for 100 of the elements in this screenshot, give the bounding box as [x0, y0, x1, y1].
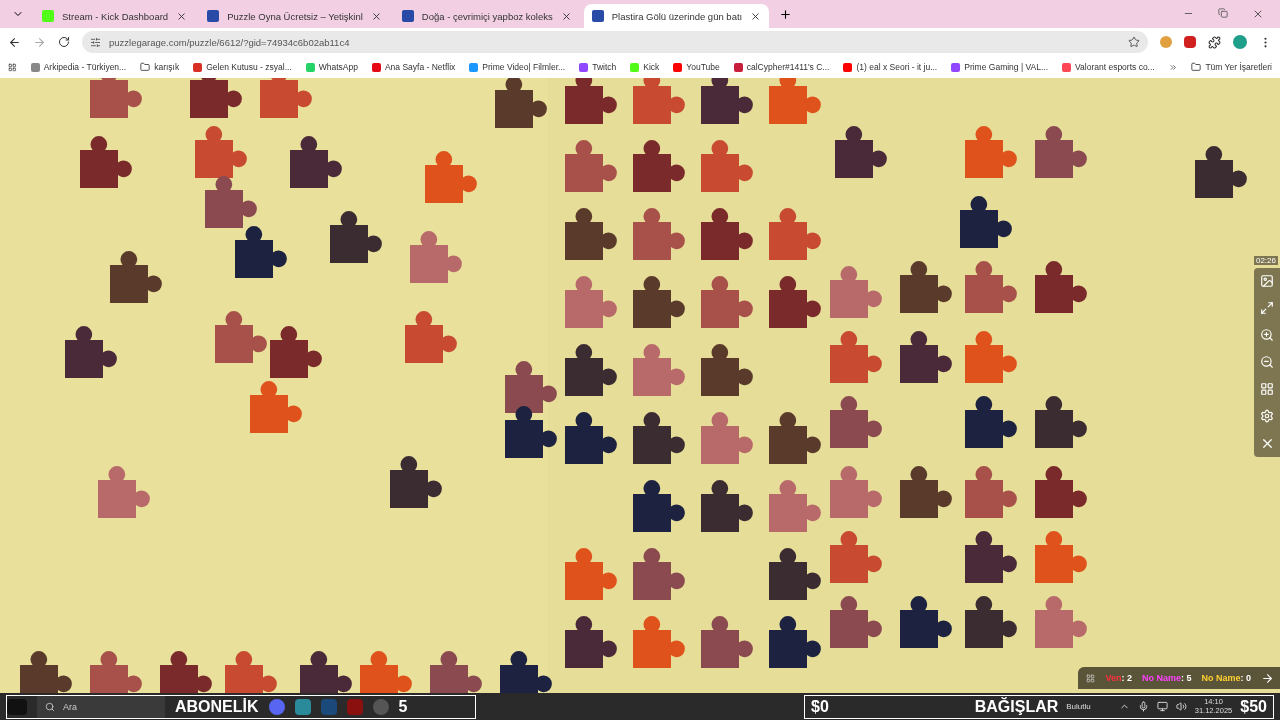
close-tab-icon[interactable]	[750, 10, 762, 22]
bookmark[interactable]: karışık	[154, 62, 180, 72]
puzzle-piece[interactable]	[769, 412, 821, 464]
zoom-in-icon[interactable]	[1260, 328, 1274, 342]
puzzle-piece[interactable]	[300, 651, 352, 693]
browser-tab[interactable]: Plastira Gölü üzerinde gün batı	[583, 4, 770, 28]
arrow-right-icon[interactable]	[1261, 671, 1274, 685]
puzzle-piece[interactable]	[835, 126, 887, 178]
puzzle-piece[interactable]	[965, 396, 1017, 448]
puzzle-piece[interactable]	[505, 406, 557, 458]
puzzle-piece[interactable]	[500, 651, 552, 693]
bookmark[interactable]: Ana Sayfa - Netflix	[384, 62, 456, 72]
close-tab-icon[interactable]	[176, 10, 188, 22]
puzzle-piece[interactable]	[110, 251, 162, 303]
bookmark[interactable]: calCypher#1411's C...	[746, 62, 830, 72]
puzzle-piece[interactable]	[633, 412, 685, 464]
puzzle-piece[interactable]	[565, 208, 617, 260]
puzzle-piece[interactable]	[565, 78, 617, 124]
new-tab-icon[interactable]	[779, 7, 793, 21]
bookmark[interactable]: Arkipedia - Türkiyen...	[43, 62, 127, 72]
reload-icon[interactable]	[58, 36, 70, 48]
puzzle-piece[interactable]	[190, 78, 242, 118]
browser-tab[interactable]: Stream - Kick Dashboard	[34, 4, 196, 28]
close-tab-icon[interactable]	[370, 10, 382, 22]
monitor-icon[interactable]	[1156, 701, 1168, 712]
player-name: No Name	[1141, 673, 1181, 683]
puzzle-piece[interactable]	[701, 344, 753, 396]
profile-avatar[interactable]	[1233, 35, 1247, 49]
puzzle-piece[interactable]	[633, 480, 685, 532]
puzzle-piece[interactable]	[65, 326, 117, 378]
puzzle-piece[interactable]	[1035, 261, 1087, 313]
puzzle-piece[interactable]	[80, 136, 132, 188]
puzzle-piece[interactable]	[235, 226, 287, 278]
puzzle-piece[interactable]	[1035, 396, 1087, 448]
puzzle-piece[interactable]	[330, 211, 382, 263]
site-settings-icon[interactable]	[90, 36, 101, 48]
star-icon[interactable]	[1128, 36, 1140, 48]
address-bar[interactable]: puzzlegarage.com/puzzle/6612/?gid=74934c6b02ab11c4	[82, 31, 1148, 53]
puzzle-piece[interactable]	[205, 176, 257, 228]
puzzle-piece[interactable]	[960, 196, 1012, 248]
bookmark[interactable]: Valorant esports co...	[1075, 62, 1155, 72]
close-icon[interactable]	[1252, 8, 1264, 20]
puzzle-piece[interactable]	[769, 276, 821, 328]
puzzle-piece[interactable]	[430, 651, 482, 693]
apps-icon[interactable]	[8, 61, 17, 73]
extension-icon[interactable]	[1184, 36, 1196, 48]
restore-icon[interactable]	[1218, 8, 1228, 18]
puzzle-piece[interactable]	[270, 326, 322, 378]
site-icon	[951, 62, 961, 72]
settings-icon[interactable]	[1260, 409, 1274, 423]
image-icon[interactable]	[1260, 274, 1274, 288]
puzzle-piece[interactable]	[900, 596, 952, 648]
puzzle-piece[interactable]	[160, 651, 212, 693]
puzzle-piece[interactable]	[900, 331, 952, 383]
puzzle-piece[interactable]	[20, 651, 72, 693]
site-icon	[30, 62, 40, 72]
back-icon[interactable]	[8, 35, 21, 49]
grid-icon[interactable]	[1260, 382, 1274, 396]
puzzle-piece[interactable]	[965, 531, 1017, 583]
puzzle-piece[interactable]	[633, 276, 685, 328]
bookmark[interactable]: YouTube	[686, 62, 720, 72]
puzzle-piece[interactable]	[769, 616, 821, 668]
site-icon	[305, 62, 315, 72]
puzzle-piece[interactable]	[505, 361, 557, 413]
bookmark[interactable]: (1) eal x Seori - it ju...	[856, 62, 938, 72]
puzzle-piece[interactable]	[965, 596, 1017, 648]
browser-tab[interactable]: Puzzle Oyna Ücretsiz – Yetişkinl	[199, 4, 390, 28]
puzzle-piece[interactable]	[701, 78, 753, 124]
volume-icon[interactable]	[1175, 701, 1187, 712]
square-logo-icon	[42, 10, 54, 22]
search-field[interactable]: Ara	[37, 695, 165, 718]
puzzle-piece[interactable]	[900, 261, 952, 313]
puzzle-piece[interactable]	[565, 412, 617, 464]
puzzle-piece[interactable]	[390, 456, 442, 508]
puzzle-piece[interactable]	[290, 136, 342, 188]
bookmark[interactable]: Tüm Yer İşaretleri	[1205, 62, 1272, 72]
bookmark[interactable]: Kick	[643, 62, 660, 72]
bookmark[interactable]: Twitch	[592, 62, 617, 72]
browser-tab[interactable]: Doğa - çevrimiçi yapboz koleks	[393, 4, 580, 28]
puzzle-piece[interactable]	[701, 480, 753, 532]
zoom-out-icon[interactable]	[1260, 355, 1274, 369]
bookmark[interactable]: Prime Gaming | VAL...	[964, 62, 1048, 72]
bookmark[interactable]: Prime Video| Filmler...	[482, 62, 566, 72]
puzzle-piece[interactable]	[633, 140, 685, 192]
puzzle-piece[interactable]	[565, 344, 617, 396]
puzzle-piece[interactable]	[900, 466, 952, 518]
puzzle-piece[interactable]	[701, 208, 753, 260]
puzzle-piece[interactable]	[495, 78, 547, 128]
puzzle-piece[interactable]	[565, 616, 617, 668]
puzzle-piece[interactable]	[769, 548, 821, 600]
puzzle-piece[interactable]	[1035, 466, 1087, 518]
fullscreen-icon[interactable]	[1260, 301, 1274, 315]
microphone-icon[interactable]	[1137, 701, 1149, 712]
puzzle-piece[interactable]	[1195, 146, 1247, 198]
app-icon[interactable]	[294, 698, 311, 715]
bookmark[interactable]: WhatsApp	[318, 62, 358, 72]
puzzle-logo-icon	[591, 10, 604, 22]
bookmark[interactable]: Gelen Kutusu - zsyal...	[206, 62, 292, 72]
close-tab-icon[interactable]	[560, 10, 572, 22]
puzzle-icon[interactable]	[1208, 35, 1221, 49]
